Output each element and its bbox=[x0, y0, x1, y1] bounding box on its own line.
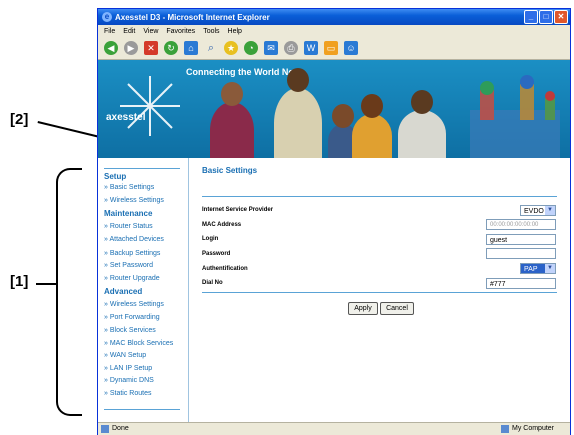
ie-icon: e bbox=[102, 12, 112, 22]
apply-button[interactable]: Apply bbox=[348, 302, 378, 315]
back-icon[interactable]: ◀ bbox=[104, 41, 118, 55]
menu-file[interactable]: File bbox=[104, 28, 115, 35]
isp-label: Internet Service Provider bbox=[202, 207, 274, 213]
mac-address-field: 00:00:00:00:00:00 bbox=[486, 219, 556, 230]
sidebar-item-mac-block-services[interactable]: » MAC Block Services bbox=[104, 340, 173, 347]
favorites-star-icon[interactable]: ★ bbox=[224, 41, 238, 55]
menu-bar: File Edit View Favorites Tools Help bbox=[98, 25, 570, 37]
password-field[interactable] bbox=[486, 248, 556, 259]
chevron-down-icon: ▼ bbox=[545, 264, 555, 273]
castle-graphic bbox=[470, 75, 560, 158]
menu-view[interactable]: View bbox=[143, 28, 158, 35]
sidebar: Setup » Basic Settings » Wireless Settin… bbox=[98, 158, 189, 422]
stop-icon[interactable]: ✕ bbox=[144, 41, 158, 55]
settings-panel: Basic Settings Internet Service Provider… bbox=[189, 158, 570, 422]
authentification-select[interactable]: PAP ▼ bbox=[520, 263, 556, 274]
sidebar-item-router-upgrade[interactable]: » Router Upgrade bbox=[104, 275, 160, 282]
axesstel-logo: axesstel bbox=[106, 112, 146, 123]
page-icon bbox=[101, 425, 109, 433]
search-icon[interactable]: ⌕ bbox=[204, 41, 218, 55]
isp-select[interactable]: EVDO ▼ bbox=[520, 205, 556, 216]
mail-icon[interactable]: ✉ bbox=[264, 41, 278, 55]
callout-bracket bbox=[56, 168, 82, 416]
minimize-button[interactable]: _ bbox=[524, 10, 538, 24]
person-graphic bbox=[398, 90, 446, 158]
toolbar: ◀ ▶ ✕ ↻ ⌂ ⌕ ★ ◔ ✉ ⎙ W ▭ ☺ bbox=[98, 37, 570, 60]
authentification-select-value: PAP bbox=[524, 266, 538, 273]
computer-icon bbox=[501, 425, 509, 433]
person-graphic bbox=[274, 68, 322, 158]
dial-no-field[interactable]: #777 bbox=[486, 278, 556, 289]
login-label: Login bbox=[202, 236, 219, 242]
chevron-down-icon: ▼ bbox=[545, 206, 555, 215]
person-graphic bbox=[352, 94, 392, 158]
sidebar-item-lan-ip-setup[interactable]: » LAN IP Setup bbox=[104, 365, 152, 372]
sidebar-heading-maintenance: Maintenance bbox=[104, 209, 153, 218]
section-divider bbox=[202, 292, 557, 293]
folder-icon[interactable]: ▭ bbox=[324, 41, 338, 55]
sidebar-item-static-routes[interactable]: » Static Routes bbox=[104, 390, 151, 397]
print-icon[interactable]: ⎙ bbox=[284, 41, 298, 55]
sidebar-item-port-forwarding[interactable]: » Port Forwarding bbox=[104, 314, 160, 321]
sidebar-item-wan-setup[interactable]: » WAN Setup bbox=[104, 352, 146, 359]
callout-label-2: [2] bbox=[10, 111, 29, 128]
maximize-button[interactable]: □ bbox=[539, 10, 553, 24]
sidebar-item-dynamic-dns[interactable]: » Dynamic DNS bbox=[104, 377, 154, 384]
sidebar-heading-advanced: Advanced bbox=[104, 287, 143, 296]
menu-favorites[interactable]: Favorites bbox=[166, 28, 195, 35]
browser-window: e Axesstel D3 - Microsoft Internet Explo… bbox=[97, 8, 571, 435]
page-content: Connecting the World Now axesstel Setup … bbox=[98, 60, 570, 422]
callout-label-1: [1] bbox=[10, 273, 29, 290]
authentification-label: Authentification bbox=[202, 266, 248, 272]
home-icon[interactable]: ⌂ bbox=[184, 41, 198, 55]
sidebar-heading-setup: Setup bbox=[104, 172, 127, 181]
sidebar-item-set-password[interactable]: » Set Password bbox=[104, 262, 153, 269]
window-title: Axesstel D3 - Microsoft Internet Explore… bbox=[115, 12, 270, 22]
cancel-button[interactable]: Cancel bbox=[380, 302, 414, 315]
status-bar: Done My Computer bbox=[98, 422, 570, 435]
sidebar-item-wireless-settings[interactable]: » Wireless Settings bbox=[104, 197, 164, 204]
starburst-graphic bbox=[120, 76, 180, 136]
sidebar-item-backup-settings[interactable]: » Backup Settings bbox=[104, 250, 160, 257]
title-bar: e Axesstel D3 - Microsoft Internet Explo… bbox=[98, 9, 570, 25]
callout-leader-1 bbox=[36, 283, 58, 285]
history-icon[interactable]: ◔ bbox=[244, 41, 258, 55]
sidebar-item-block-services[interactable]: » Block Services bbox=[104, 327, 156, 334]
zone-text: My Computer bbox=[512, 425, 555, 432]
dial-no-label: Dial No bbox=[202, 280, 223, 286]
person-graphic bbox=[210, 82, 254, 158]
section-divider bbox=[202, 196, 557, 197]
menu-help[interactable]: Help bbox=[228, 28, 242, 35]
sidebar-divider bbox=[104, 168, 180, 169]
banner-tagline: Connecting the World Now bbox=[186, 67, 301, 77]
refresh-icon[interactable]: ↻ bbox=[164, 41, 178, 55]
login-field[interactable]: guest bbox=[486, 234, 556, 245]
password-label: Password bbox=[202, 251, 231, 257]
sidebar-item-attached-devices[interactable]: » Attached Devices bbox=[104, 236, 164, 243]
isp-select-value: EVDO bbox=[524, 208, 544, 215]
status-text: Done bbox=[112, 425, 129, 432]
menu-edit[interactable]: Edit bbox=[123, 28, 135, 35]
messenger-icon[interactable]: ☺ bbox=[344, 41, 358, 55]
mac-address-label: MAC Address bbox=[202, 222, 242, 228]
sidebar-item-router-status[interactable]: » Router Status bbox=[104, 223, 153, 230]
menu-tools[interactable]: Tools bbox=[203, 28, 219, 35]
close-button[interactable]: ✕ bbox=[554, 10, 568, 24]
header-banner: Connecting the World Now axesstel bbox=[98, 60, 570, 158]
sidebar-divider bbox=[104, 409, 180, 410]
sidebar-item-basic-settings[interactable]: » Basic Settings bbox=[104, 184, 154, 191]
forward-icon[interactable]: ▶ bbox=[124, 41, 138, 55]
edit-icon[interactable]: W bbox=[304, 41, 318, 55]
sidebar-item-adv-wireless-settings[interactable]: » Wireless Settings bbox=[104, 301, 164, 308]
page-title: Basic Settings bbox=[202, 166, 258, 175]
